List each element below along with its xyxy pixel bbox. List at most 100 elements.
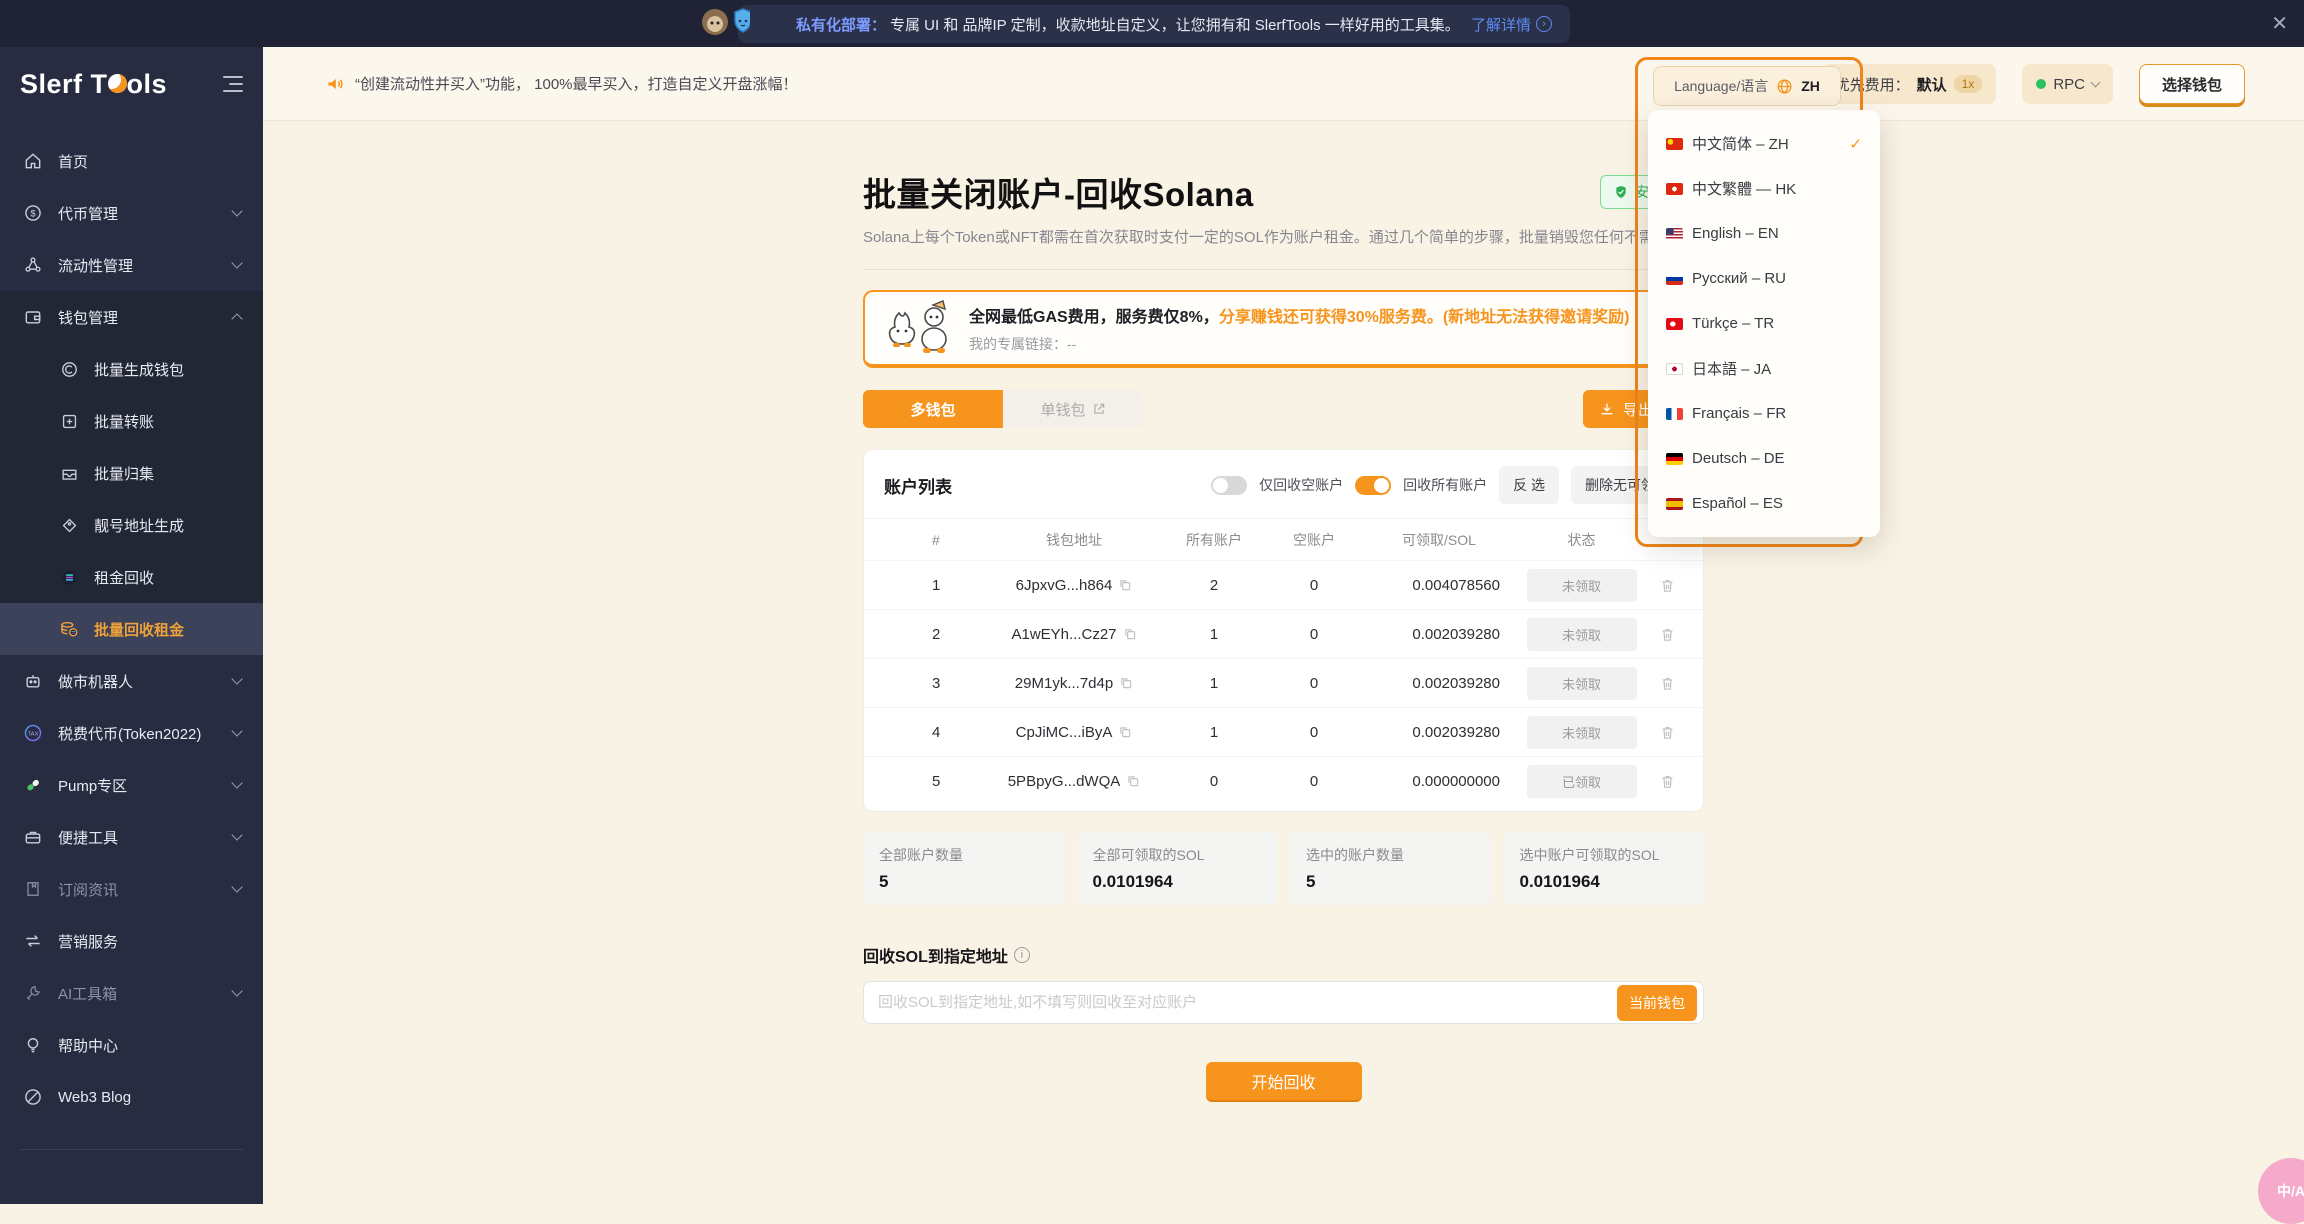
menu-item-zh[interactable]: 中文简体 – ZH ✓ [1648, 121, 1880, 166]
sidebar-item-rent-recovery[interactable]: 租金回收 [0, 551, 263, 603]
plus-square-icon [58, 410, 80, 432]
pill-icon [22, 774, 44, 796]
flag-tr-icon [1666, 318, 1683, 330]
copy-icon[interactable] [1123, 627, 1137, 641]
menu-item-hk[interactable]: 中文繁體 — HK [1648, 166, 1880, 211]
sidebar-item-wallet-management[interactable]: 钱包管理 [0, 291, 263, 343]
menu-item-ru[interactable]: Русский – RU [1648, 256, 1880, 301]
banner-learn-more-link[interactable]: 了解详情 › [1471, 14, 1552, 35]
close-icon[interactable]: ✕ [2271, 11, 2288, 36]
sidebar-item-liquidity-management[interactable]: 流动性管理 [0, 239, 263, 291]
current-wallet-button[interactable]: 当前钱包 [1617, 985, 1697, 1021]
globe-icon [1776, 78, 1793, 95]
solana-icon [58, 566, 80, 588]
page-title: 批量关闭账户-回收Solana [863, 168, 1254, 216]
promo-mascots-icon [881, 299, 955, 357]
dollar-coin-icon: $ [22, 202, 44, 224]
sidebar-item-handy-tools[interactable]: 便捷工具 [0, 811, 263, 863]
trash-icon[interactable] [1649, 626, 1685, 643]
sidebar-item-home[interactable]: 首页 [0, 135, 263, 187]
copy-icon[interactable] [1119, 676, 1133, 690]
sidebar-item-token-management[interactable]: $ 代币管理 [0, 187, 263, 239]
logo: Slerf Tols [20, 69, 167, 100]
download-icon [1599, 401, 1615, 417]
speaker-icon [325, 74, 345, 94]
fee-multiplier-badge: 1x [1954, 75, 1983, 93]
copy-icon[interactable] [1126, 774, 1140, 788]
info-icon: i [1014, 947, 1030, 963]
chevron-down-icon [231, 205, 242, 216]
wallet-address: CpJiMC...iByA [1016, 724, 1113, 741]
sidebar-item-pump-zone[interactable]: Pump专区 [0, 759, 263, 811]
sidebar-item-batch-generate-wallets[interactable]: 批量生成钱包 [0, 343, 263, 395]
sidebar-item-web3-blog[interactable]: Web3 Blog [0, 1071, 263, 1123]
tab-single-wallet[interactable]: 单钱包 [1003, 390, 1143, 428]
sidebar-divider [20, 1149, 243, 1150]
nodes-icon [22, 254, 44, 276]
sidebar-item-ai-toolbox[interactable]: AI工具箱 [0, 967, 263, 1019]
sidebar: Slerf Tols 首页 $ 代币管理 流动性管理 钱包管理 [0, 47, 263, 1204]
recover-address-input[interactable] [878, 994, 1617, 1011]
toggle-recover-empty-only[interactable] [1211, 476, 1247, 495]
promo-my-link: 我的专属链接：-- [969, 334, 1630, 354]
table-header: # 钱包地址 所有账户 空账户 可领取/SOL 状态 [864, 518, 1703, 560]
stat-total-claimable-sol: 全部可领取的SOL 0.0101964 [1077, 832, 1278, 905]
status-badge: 未领取 [1527, 618, 1637, 651]
sidebar-item-subscribe-news[interactable]: 订阅资讯 [0, 863, 263, 915]
coin-icon [58, 358, 80, 380]
promo-banner: 全网最低GAS费用，服务费仅8%，分享赚钱还可获得30%服务费。(新地址无法获得… [863, 290, 1704, 368]
topbar: “创建流动性并买入”功能， 100%最早买入，打造自定义开盘涨幅！ 优先费用： … [263, 47, 2304, 121]
sidebar-item-batch-collect[interactable]: 批量归集 [0, 447, 263, 499]
menu-item-es[interactable]: Español – ES [1648, 481, 1880, 526]
tab-multi-wallet[interactable]: 多钱包 [863, 390, 1003, 428]
select-wallet-button[interactable]: 选择钱包 [2139, 64, 2245, 104]
sidebar-item-marketing-services[interactable]: 营销服务 [0, 915, 263, 967]
sidebar-item-help-center[interactable]: 帮助中心 [0, 1019, 263, 1071]
tag-icon [58, 514, 80, 536]
flag-hk-icon [1666, 183, 1683, 195]
menu-item-ja[interactable]: 日本語 – JA [1648, 346, 1880, 391]
chevron-down-icon [2091, 78, 2101, 88]
menu-item-fr[interactable]: Français – FR [1648, 391, 1880, 436]
copy-icon[interactable] [1118, 578, 1132, 592]
announcement: “创建流动性并买入”功能， 100%最早买入，打造自定义开盘涨幅！ [325, 73, 798, 94]
divider [863, 269, 1704, 270]
sidebar-item-market-maker-bot[interactable]: 做市机器人 [0, 655, 263, 707]
language-selector-button[interactable]: Language/语言 ZH [1653, 66, 1841, 106]
toggle-recover-all[interactable] [1355, 476, 1391, 495]
sidebar-item-batch-transfer[interactable]: 批量转账 [0, 395, 263, 447]
sidebar-item-vanity-address[interactable]: 靓号地址生成 [0, 499, 263, 551]
compass-icon [22, 1086, 44, 1108]
flag-fr-icon [1666, 408, 1683, 420]
status-badge: 已领取 [1527, 765, 1637, 798]
trash-icon[interactable] [1649, 724, 1685, 741]
start-recovery-button[interactable]: 开始回收 [1206, 1062, 1362, 1100]
main-content: 批量关闭账户-回收Solana 安全提示 Solana上每个Token或NFT都… [263, 121, 2304, 1204]
sidebar-item-batch-rent-recovery[interactable]: 批量回收租金 [0, 603, 263, 655]
trash-icon[interactable] [1649, 577, 1685, 594]
copy-icon[interactable] [1118, 725, 1132, 739]
menu-item-tr[interactable]: Türkçe – TR [1648, 301, 1880, 346]
flag-cn-icon [1666, 138, 1683, 150]
status-badge: 未领取 [1527, 716, 1637, 749]
promo-referral-link-text[interactable]: 分享赚钱还可获得30%服务费。(新地址无法获得邀请奖励) [1219, 309, 1630, 326]
collapse-sidebar-icon[interactable] [223, 76, 243, 92]
sidebar-item-tax-token[interactable]: TAX 税费代币(Token2022) [0, 707, 263, 759]
menu-item-en[interactable]: English – EN [1648, 211, 1880, 256]
status-badge: 未领取 [1527, 569, 1637, 602]
rpc-status-dot [2036, 79, 2046, 89]
menu-item-de[interactable]: Deutsch – DE [1648, 436, 1880, 481]
flag-us-icon [1666, 228, 1683, 240]
trash-icon[interactable] [1649, 773, 1685, 790]
invert-selection-button[interactable]: 反 选 [1499, 466, 1559, 504]
chevron-down-icon [231, 725, 242, 736]
check-icon: ✓ [1849, 135, 1862, 153]
rpc-selector[interactable]: RPC [2022, 64, 2113, 104]
banner-tag: 私有化部署： [796, 17, 886, 34]
lightbulb-icon [22, 1034, 44, 1056]
banner-text: 私有化部署：专属 UI 和 品牌IP 定制，收款地址自定义，让您拥有和 Sler… [796, 14, 1460, 35]
wallet-address: 6JpxvG...h864 [1016, 577, 1113, 594]
robot-icon [22, 670, 44, 692]
trash-icon[interactable] [1649, 675, 1685, 692]
chevron-up-icon [231, 313, 242, 324]
